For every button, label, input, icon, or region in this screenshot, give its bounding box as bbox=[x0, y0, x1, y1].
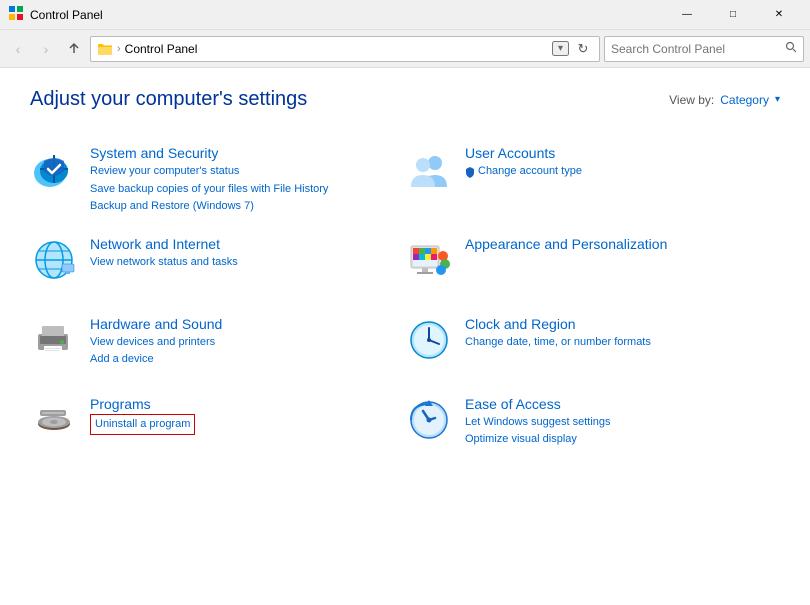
programs-title[interactable]: Programs bbox=[90, 396, 405, 412]
view-by-value[interactable]: Category bbox=[720, 93, 769, 107]
main-content: Adjust your computer's settings View by:… bbox=[0, 68, 810, 605]
page-title: Adjust your computer's settings bbox=[30, 88, 307, 111]
view-by-label: View by: bbox=[669, 93, 714, 107]
user-accounts-icon bbox=[405, 145, 453, 193]
view-by-dropdown-arrow[interactable]: ▾ bbox=[775, 94, 780, 105]
clock-title[interactable]: Clock and Region bbox=[465, 316, 780, 332]
category-user-accounts: User Accounts Change account type bbox=[405, 135, 780, 226]
close-button[interactable]: ✕ bbox=[756, 0, 802, 30]
add-device-link[interactable]: Add a device bbox=[90, 351, 405, 369]
network-text: Network and Internet View network status… bbox=[90, 236, 405, 272]
user-accounts-text: User Accounts Change account type bbox=[465, 145, 780, 181]
system-security-icon bbox=[30, 145, 78, 193]
window-title: Control Panel bbox=[30, 8, 664, 22]
search-input[interactable] bbox=[611, 42, 781, 56]
view-devices-link[interactable]: View devices and printers bbox=[90, 334, 405, 352]
app-icon bbox=[8, 5, 24, 24]
category-network: Network and Internet View network status… bbox=[30, 226, 405, 306]
search-icon bbox=[785, 41, 797, 56]
review-status-link[interactable]: Review your computer's status bbox=[90, 163, 405, 181]
category-appearance: Appearance and Personalization bbox=[405, 226, 780, 306]
uninstall-program-link[interactable]: Uninstall a program bbox=[90, 414, 195, 436]
clock-text: Clock and Region Change date, time, or n… bbox=[465, 316, 780, 352]
hardware-text: Hardware and Sound View devices and prin… bbox=[90, 316, 405, 369]
change-account-type-link[interactable]: Change account type bbox=[465, 163, 780, 181]
category-hardware: Hardware and Sound View devices and prin… bbox=[30, 306, 405, 386]
hardware-title[interactable]: Hardware and Sound bbox=[90, 316, 405, 332]
view-by: View by: Category ▾ bbox=[669, 93, 780, 107]
navigation-bar: ‹ › › Control Panel ▾ ↻ bbox=[0, 30, 810, 68]
programs-text: Programs Uninstall a program bbox=[90, 396, 405, 436]
page-header: Adjust your computer's settings View by:… bbox=[30, 88, 780, 111]
folder-icon bbox=[97, 41, 113, 57]
titlebar: Control Panel — □ ✕ bbox=[0, 0, 810, 30]
address-text: Control Panel bbox=[125, 42, 548, 56]
change-date-link[interactable]: Change date, time, or number formats bbox=[465, 334, 780, 352]
category-clock: Clock and Region Change date, time, or n… bbox=[405, 306, 780, 386]
back-button[interactable]: ‹ bbox=[6, 37, 30, 61]
clock-icon bbox=[405, 316, 453, 364]
ease-access-title[interactable]: Ease of Access bbox=[465, 396, 780, 412]
hardware-icon bbox=[30, 316, 78, 364]
system-security-text: System and Security Review your computer… bbox=[90, 145, 405, 216]
search-bar[interactable] bbox=[604, 36, 804, 62]
network-status-link[interactable]: View network status and tasks bbox=[90, 254, 405, 272]
category-system-security: System and Security Review your computer… bbox=[30, 135, 405, 226]
appearance-icon bbox=[405, 236, 453, 284]
ease-access-text: Ease of Access Let Windows suggest setti… bbox=[465, 396, 780, 449]
forward-button[interactable]: › bbox=[34, 37, 58, 61]
address-separator: › bbox=[117, 43, 121, 55]
minimize-button[interactable]: — bbox=[664, 0, 710, 30]
windows-suggest-link[interactable]: Let Windows suggest settings bbox=[465, 414, 780, 432]
user-accounts-title[interactable]: User Accounts bbox=[465, 145, 780, 161]
refresh-button[interactable]: ↻ bbox=[573, 39, 593, 59]
up-button[interactable] bbox=[62, 37, 86, 61]
network-title[interactable]: Network and Internet bbox=[90, 236, 405, 252]
backup-restore-link[interactable]: Backup and Restore (Windows 7) bbox=[90, 198, 405, 216]
network-icon bbox=[30, 236, 78, 284]
ease-access-icon bbox=[405, 396, 453, 444]
system-security-title[interactable]: System and Security bbox=[90, 145, 405, 161]
address-bar[interactable]: › Control Panel ▾ ↻ bbox=[90, 36, 600, 62]
categories-grid: System and Security Review your computer… bbox=[30, 135, 780, 466]
appearance-text: Appearance and Personalization bbox=[465, 236, 780, 254]
category-programs: Programs Uninstall a program bbox=[30, 386, 405, 466]
category-ease-access: Ease of Access Let Windows suggest setti… bbox=[405, 386, 780, 466]
maximize-button[interactable]: □ bbox=[710, 0, 756, 30]
appearance-title[interactable]: Appearance and Personalization bbox=[465, 236, 780, 252]
programs-icon bbox=[30, 396, 78, 444]
optimize-display-link[interactable]: Optimize visual display bbox=[465, 431, 780, 449]
address-dropdown-button[interactable]: ▾ bbox=[552, 41, 569, 56]
window-controls: — □ ✕ bbox=[664, 0, 802, 30]
file-history-link[interactable]: Save backup copies of your files with Fi… bbox=[90, 181, 405, 199]
